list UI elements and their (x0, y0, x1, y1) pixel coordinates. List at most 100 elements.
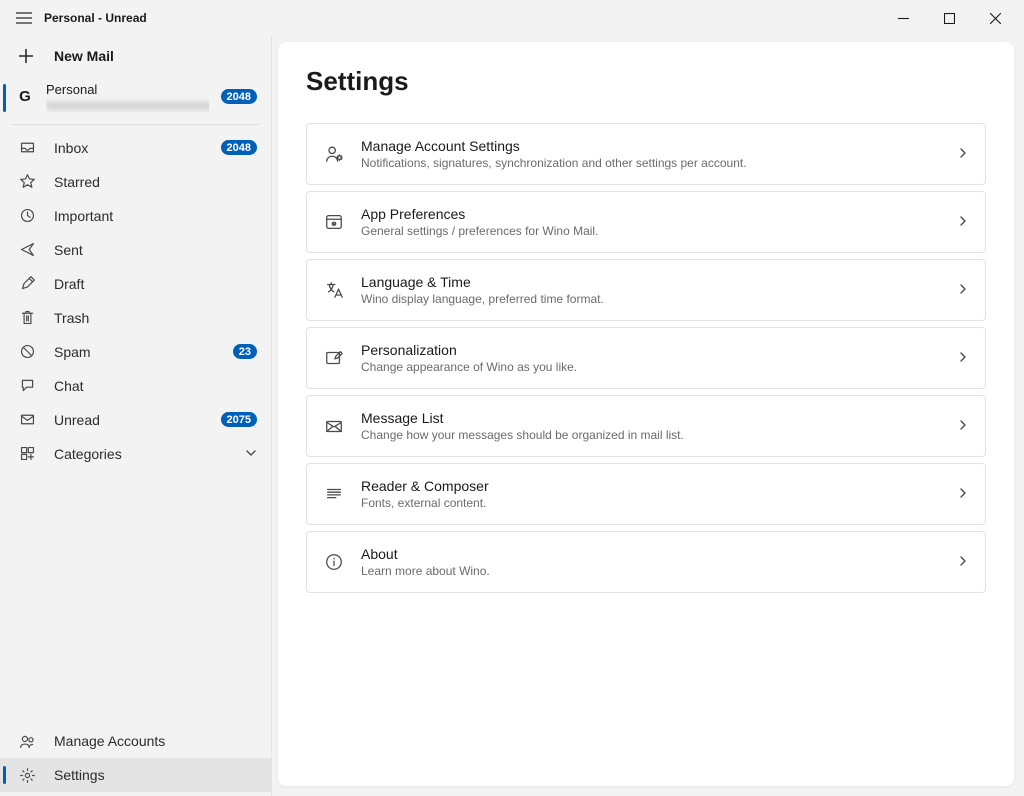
msglist-icon (323, 415, 345, 437)
settings-item-desc: Fonts, external content. (361, 496, 941, 510)
reader-icon (323, 483, 345, 505)
settings-item-desc: Wino display language, preferred time fo… (361, 292, 941, 306)
settings-item-personalization[interactable]: Personalization Change appearance of Wino… (306, 327, 986, 389)
sidebar-item-label: Unread (54, 412, 203, 428)
sidebar-item-label: Important (54, 208, 257, 224)
sidebar-item-badge: 23 (233, 344, 257, 359)
account-name: Personal (46, 82, 209, 98)
sidebar-item-chat[interactable]: Chat (0, 369, 271, 403)
chevron-right-icon (957, 418, 969, 434)
sidebar-item-trash[interactable]: Trash (0, 301, 271, 335)
settings-item-title: Manage Account Settings (361, 138, 941, 154)
sidebar-item-categories[interactable]: Categories (0, 437, 271, 471)
sidebar-item-inbox[interactable]: Inbox 2048 (0, 131, 271, 165)
sidebar-item-label: Sent (54, 242, 257, 258)
sidebar-footer-label: Settings (54, 767, 257, 783)
star-icon (18, 173, 36, 191)
sidebar-item-label: Draft (54, 276, 257, 292)
settings-list: Manage Account Settings Notifications, si… (306, 123, 986, 593)
maximize-icon (944, 13, 955, 24)
close-icon (990, 13, 1001, 24)
sidebar-item-sent[interactable]: Sent (0, 233, 271, 267)
personal-icon (323, 347, 345, 369)
chevron-right-icon (957, 282, 969, 298)
settings-item-desc: General settings / preferences for Wino … (361, 224, 941, 238)
account-icon (323, 143, 345, 165)
gear-icon (18, 766, 36, 784)
block-icon (18, 343, 36, 361)
settings-item-title: About (361, 546, 941, 562)
sidebar-item-badge: 2075 (221, 412, 257, 427)
draft-icon (18, 275, 36, 293)
sidebar-footer: Manage Accounts Settings (0, 724, 271, 796)
appprefs-icon (323, 211, 345, 233)
chevron-right-icon (957, 214, 969, 230)
divider (12, 124, 259, 125)
chevron-right-icon (957, 146, 969, 162)
settings-item-reader-composer[interactable]: Reader & Composer Fonts, external content… (306, 463, 986, 525)
settings-item-manage-account-settings[interactable]: Manage Account Settings Notifications, si… (306, 123, 986, 185)
settings-item-title: Reader & Composer (361, 478, 941, 494)
chevron-right-icon (957, 350, 969, 366)
sidebar: New Mail G Personal xxxxxxxxxxxxxxxxxxxx… (0, 36, 272, 796)
main-content: Settings Manage Account Settings Notifica… (278, 42, 1014, 786)
sidebar-footer-settings[interactable]: Settings (0, 758, 271, 792)
settings-item-desc: Change appearance of Wino as you like. (361, 360, 941, 374)
account-badge: 2048 (221, 89, 257, 104)
new-mail-button[interactable]: New Mail (0, 36, 271, 76)
account-row[interactable]: G Personal xxxxxxxxxxxxxxxxxxxxxxxxxxx 2… (0, 76, 271, 120)
sidebar-item-unread[interactable]: Unread 2075 (0, 403, 271, 437)
sidebar-item-label: Spam (54, 344, 215, 360)
sidebar-footer-manage-accounts[interactable]: Manage Accounts (0, 724, 271, 758)
account-avatar: G (16, 88, 34, 106)
hamburger-button[interactable] (6, 0, 42, 36)
minimize-icon (898, 13, 909, 24)
settings-item-desc: Learn more about Wino. (361, 564, 941, 578)
page-heading: Settings (306, 66, 986, 97)
chevron-right-icon (957, 554, 969, 570)
chat-icon (18, 377, 36, 395)
info-icon (323, 551, 345, 573)
settings-item-title: App Preferences (361, 206, 941, 222)
sidebar-item-important[interactable]: Important (0, 199, 271, 233)
sidebar-item-label: Starred (54, 174, 257, 190)
account-email: xxxxxxxxxxxxxxxxxxxxxxxxxxx (46, 98, 209, 112)
sidebar-item-draft[interactable]: Draft (0, 267, 271, 301)
minimize-button[interactable] (880, 3, 926, 33)
trash-icon (18, 309, 36, 327)
settings-item-message-list[interactable]: Message List Change how your messages sho… (306, 395, 986, 457)
settings-item-language-time[interactable]: Language & Time Wino display language, pr… (306, 259, 986, 321)
sidebar-item-spam[interactable]: Spam 23 (0, 335, 271, 369)
chevron-down-icon (245, 446, 257, 462)
send-icon (18, 241, 36, 259)
mail-icon (18, 411, 36, 429)
clock-icon (18, 207, 36, 225)
settings-item-title: Language & Time (361, 274, 941, 290)
new-mail-label: New Mail (54, 48, 114, 64)
sidebar-footer-label: Manage Accounts (54, 733, 257, 749)
settings-item-title: Personalization (361, 342, 941, 358)
settings-item-desc: Notifications, signatures, synchronizati… (361, 156, 941, 170)
categories-icon (18, 445, 36, 463)
maximize-button[interactable] (926, 3, 972, 33)
window-title: Personal - Unread (42, 11, 147, 25)
title-bar: Personal - Unread (0, 0, 1024, 36)
settings-item-about[interactable]: About Learn more about Wino. (306, 531, 986, 593)
people-icon (18, 732, 36, 750)
inbox-icon (18, 139, 36, 157)
chevron-right-icon (957, 486, 969, 502)
window-controls (880, 3, 1018, 33)
sidebar-item-starred[interactable]: Starred (0, 165, 271, 199)
close-button[interactable] (972, 3, 1018, 33)
plus-icon (18, 48, 34, 64)
settings-item-title: Message List (361, 410, 941, 426)
settings-item-desc: Change how your messages should be organ… (361, 428, 941, 442)
language-icon (323, 279, 345, 301)
settings-item-app-preferences[interactable]: App Preferences General settings / prefer… (306, 191, 986, 253)
sidebar-item-label: Categories (54, 446, 227, 462)
sidebar-item-label: Chat (54, 378, 257, 394)
sidebar-item-label: Inbox (54, 140, 203, 156)
sidebar-item-label: Trash (54, 310, 257, 326)
nav-list: Inbox 2048 Starred Important Sent Draft Trash S… (0, 131, 271, 471)
sidebar-item-badge: 2048 (221, 140, 257, 155)
